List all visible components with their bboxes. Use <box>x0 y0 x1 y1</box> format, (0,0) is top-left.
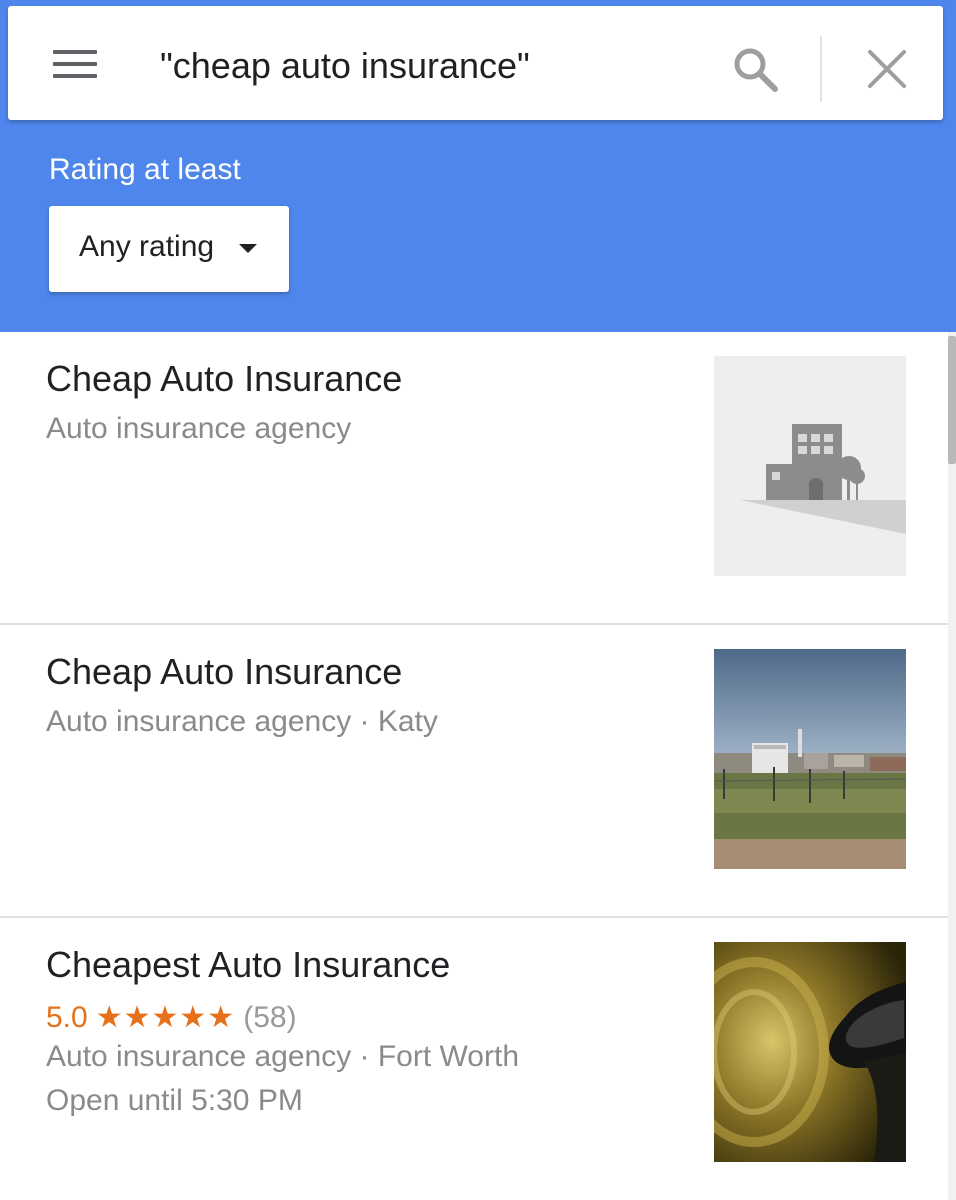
rating-filter-label: Rating at least <box>49 153 241 186</box>
result-hours: Open until 5:30 PM <box>46 1084 303 1117</box>
placeholder-building-image[interactable] <box>714 356 906 576</box>
result-item[interactable]: Cheap Auto Insurance Auto insurance agen… <box>0 332 948 624</box>
result-category: Auto insurance agency <box>46 412 352 445</box>
search-input[interactable] <box>160 36 700 96</box>
close-icon[interactable] <box>864 46 910 92</box>
result-title[interactable]: Cheap Auto Insurance <box>46 651 402 693</box>
star-rating-icons: ★★★★★ <box>95 1001 236 1034</box>
rating-dropdown-value: Any rating <box>79 230 215 263</box>
search-bar <box>8 6 943 120</box>
result-item[interactable]: Cheapest Auto Insurance 5.0 ★★★★★ (58) Aut… <box>0 918 948 1200</box>
street-view-photo[interactable] <box>714 649 906 869</box>
search-icon[interactable] <box>730 44 780 94</box>
result-category-location: Auto insurance agency · Katy <box>46 705 438 738</box>
car-mirror-photo[interactable] <box>714 942 906 1162</box>
result-rating: 5.0 ★★★★★ (58) <box>46 1000 297 1035</box>
rating-dropdown[interactable]: Any rating <box>49 206 289 292</box>
result-item[interactable]: Cheap Auto Insurance Auto insurance agen… <box>0 625 948 917</box>
rating-value: 5.0 <box>46 1001 88 1034</box>
result-category-location: Auto insurance agency · Fort Worth <box>46 1040 519 1073</box>
results-list: Cheap Auto Insurance Auto insurance agen… <box>0 332 948 1200</box>
result-title[interactable]: Cheapest Auto Insurance <box>46 944 450 986</box>
result-title[interactable]: Cheap Auto Insurance <box>46 358 402 400</box>
caret-down-icon <box>239 244 257 253</box>
scrollbar-thumb[interactable] <box>948 336 956 464</box>
search-divider <box>820 36 822 102</box>
search-header: Rating at least Any rating <box>0 0 956 332</box>
review-count[interactable]: (58) <box>243 1001 296 1034</box>
hamburger-menu-icon[interactable] <box>53 46 97 82</box>
